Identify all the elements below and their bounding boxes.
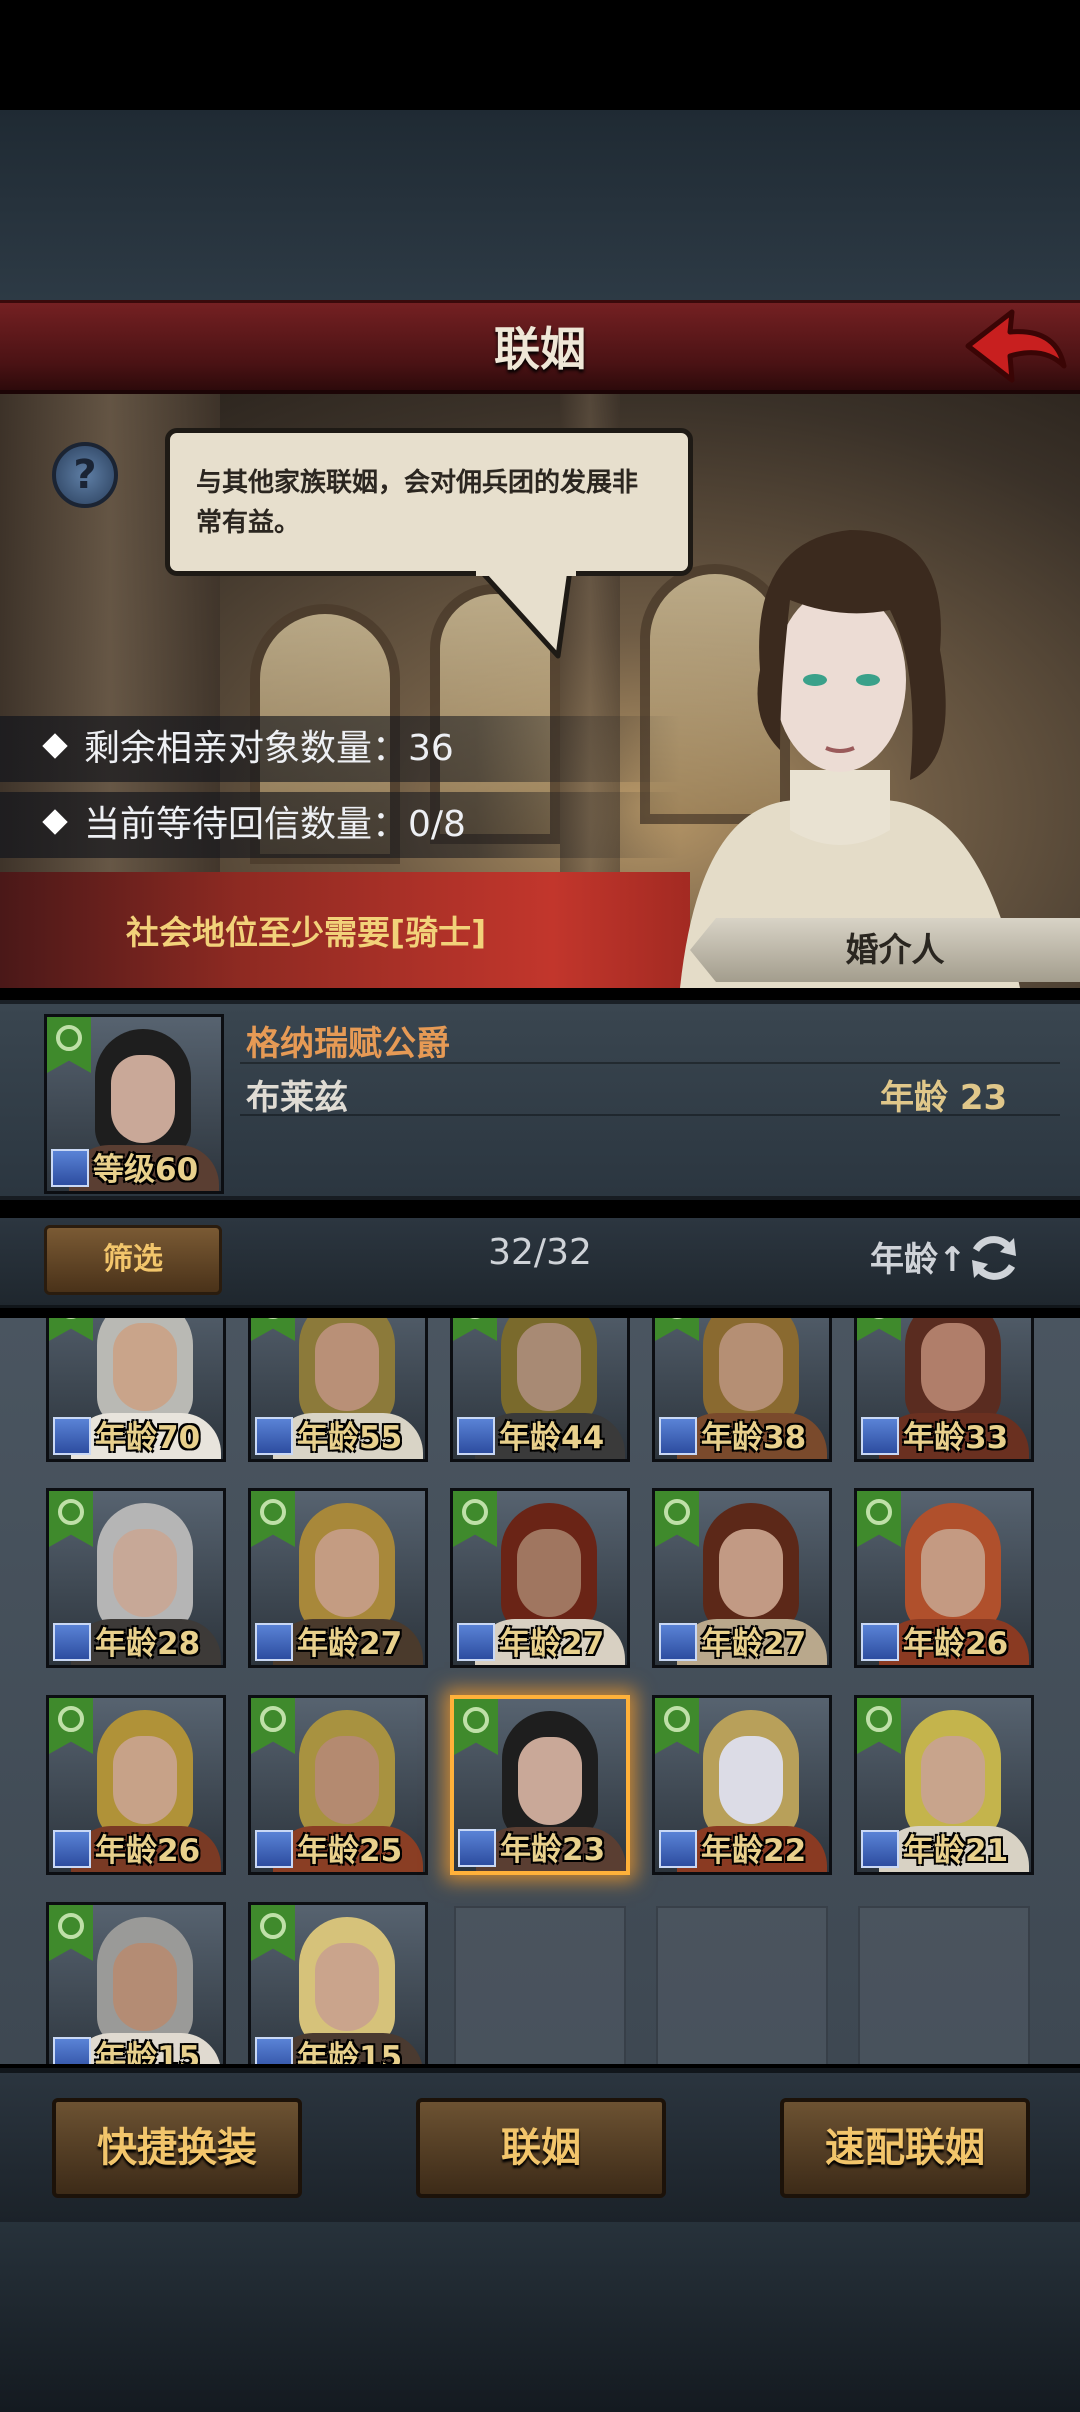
candidate-card[interactable]: 年龄26 <box>46 1695 226 1875</box>
selected-portrait[interactable]: 等级60 <box>44 1014 224 1194</box>
candidate-age: 年龄15 <box>95 2040 201 2064</box>
candidate-grid: 年龄70 年龄55 年龄44 年龄38 年龄33 年龄28 年龄27 年龄27 年龄27 年龄26… <box>0 1318 1080 2064</box>
bubble-tail <box>476 570 576 659</box>
candidate-card[interactable]: 年龄33 <box>854 1318 1034 1462</box>
candidate-age: 年龄26 <box>95 1833 201 1869</box>
candidate-card[interactable]: 年龄28 <box>46 1488 226 1668</box>
sword-icon <box>458 1829 496 1867</box>
candidate-card[interactable]: 年龄21 <box>854 1695 1034 1875</box>
sword-icon <box>457 1417 495 1455</box>
candidate-age: 年龄15 <box>297 2040 403 2064</box>
empty-slot <box>454 1906 626 2064</box>
sword-icon <box>255 1830 293 1868</box>
candidate-card[interactable]: 年龄22 <box>652 1695 832 1875</box>
sword-icon <box>255 1417 293 1455</box>
top-background <box>0 110 1080 300</box>
candidate-age: 年龄27 <box>701 1626 807 1662</box>
candidate-age: 年龄21 <box>903 1833 1009 1869</box>
candidate-card[interactable]: 年龄25 <box>248 1695 428 1875</box>
candidate-card[interactable]: 年龄38 <box>652 1318 832 1462</box>
candidate-card[interactable]: 年龄70 <box>46 1318 226 1462</box>
empty-slot <box>656 1906 828 2064</box>
sword-icon <box>659 1623 697 1661</box>
bottom-background <box>0 2222 1080 2412</box>
selected-title: 格纳瑞赋公爵 <box>246 1024 450 1064</box>
sword-icon <box>255 2037 293 2064</box>
empty-slot <box>858 1906 1030 2064</box>
requirement-text: 社会地位至少需要[骑士] <box>126 913 487 952</box>
candidate-age: 年龄44 <box>499 1420 605 1456</box>
sword-icon <box>51 1149 89 1187</box>
candidate-age: 年龄22 <box>701 1833 807 1869</box>
sword-icon <box>53 2037 91 2064</box>
candidate-age: 年龄33 <box>903 1420 1009 1456</box>
candidate-card[interactable]: 年龄26 <box>854 1488 1034 1668</box>
quick-match-button[interactable]: 速配联姻 <box>780 2098 1030 2198</box>
candidate-age: 年龄38 <box>701 1420 807 1456</box>
marry-button[interactable]: 联姻 <box>416 2098 666 2198</box>
question-icon: ? <box>73 452 97 498</box>
selected-name: 布莱兹 <box>246 1078 348 1118</box>
sword-icon <box>53 1417 91 1455</box>
candidate-card[interactable]: 年龄27 <box>450 1488 630 1668</box>
candidate-card[interactable]: 年龄55 <box>248 1318 428 1462</box>
divider <box>240 1062 1060 1064</box>
candidate-age: 年龄55 <box>297 1420 403 1456</box>
matchmaker-tag[interactable]: 婚介人 <box>690 918 1080 982</box>
sort-label[interactable]: 年龄↑ <box>870 1232 967 1281</box>
refresh-icon[interactable] <box>966 1230 1022 1286</box>
speech-bubble: 与其他家族联姻，会对佣兵团的发展非常有益。 <box>165 428 693 576</box>
candidate-card[interactable]: 年龄23 <box>450 1695 630 1875</box>
remaining-count: 剩余相亲对象数量：36 <box>0 716 680 782</box>
sword-icon <box>861 1417 899 1455</box>
sword-icon <box>861 1830 899 1868</box>
sword-icon <box>53 1623 91 1661</box>
selected-level: 等级60 <box>93 1152 199 1188</box>
divider <box>240 1114 1060 1116</box>
matchmaker-portrait <box>680 530 1020 988</box>
sword-icon <box>53 1830 91 1868</box>
candidate-age: 年龄27 <box>499 1626 605 1662</box>
help-button[interactable]: ? <box>52 442 118 508</box>
candidate-card[interactable]: 年龄27 <box>652 1488 832 1668</box>
candidate-age: 年龄27 <box>297 1626 403 1662</box>
candidate-card[interactable]: 年龄15 <box>46 1902 226 2064</box>
candidate-age: 年龄70 <box>95 1420 201 1456</box>
diamond-icon <box>42 809 68 835</box>
candidate-card[interactable]: 年龄27 <box>248 1488 428 1668</box>
candidate-age: 年龄26 <box>903 1626 1009 1662</box>
candidate-age: 年龄28 <box>95 1626 201 1662</box>
dialog-text: 与其他家族联姻，会对佣兵团的发展非常有益。 <box>196 468 639 538</box>
sword-icon <box>659 1417 697 1455</box>
candidate-age: 年龄23 <box>500 1832 606 1868</box>
candidate-card[interactable]: 年龄44 <box>450 1318 630 1462</box>
waiting-count: 当前等待回信数量：0/8 <box>0 792 680 858</box>
sword-icon <box>457 1623 495 1661</box>
title-bar: 联姻 <box>0 300 1080 394</box>
sword-icon <box>255 1623 293 1661</box>
candidate-card[interactable]: 年龄15 <box>248 1902 428 2064</box>
quick-equip-button[interactable]: 快捷换装 <box>52 2098 302 2198</box>
diamond-icon <box>42 733 68 759</box>
back-arrow-icon[interactable] <box>960 306 1070 386</box>
selected-age: 年龄 23 <box>880 1078 1008 1118</box>
app-root: { "header": {"title": "联姻"}, "help": {"i… <box>0 0 1080 2412</box>
page-title: 联姻 <box>494 322 586 376</box>
sword-icon <box>659 1830 697 1868</box>
candidate-age: 年龄25 <box>297 1833 403 1869</box>
requirement-banner: 社会地位至少需要[骑士] <box>0 872 690 988</box>
sword-icon <box>861 1623 899 1661</box>
